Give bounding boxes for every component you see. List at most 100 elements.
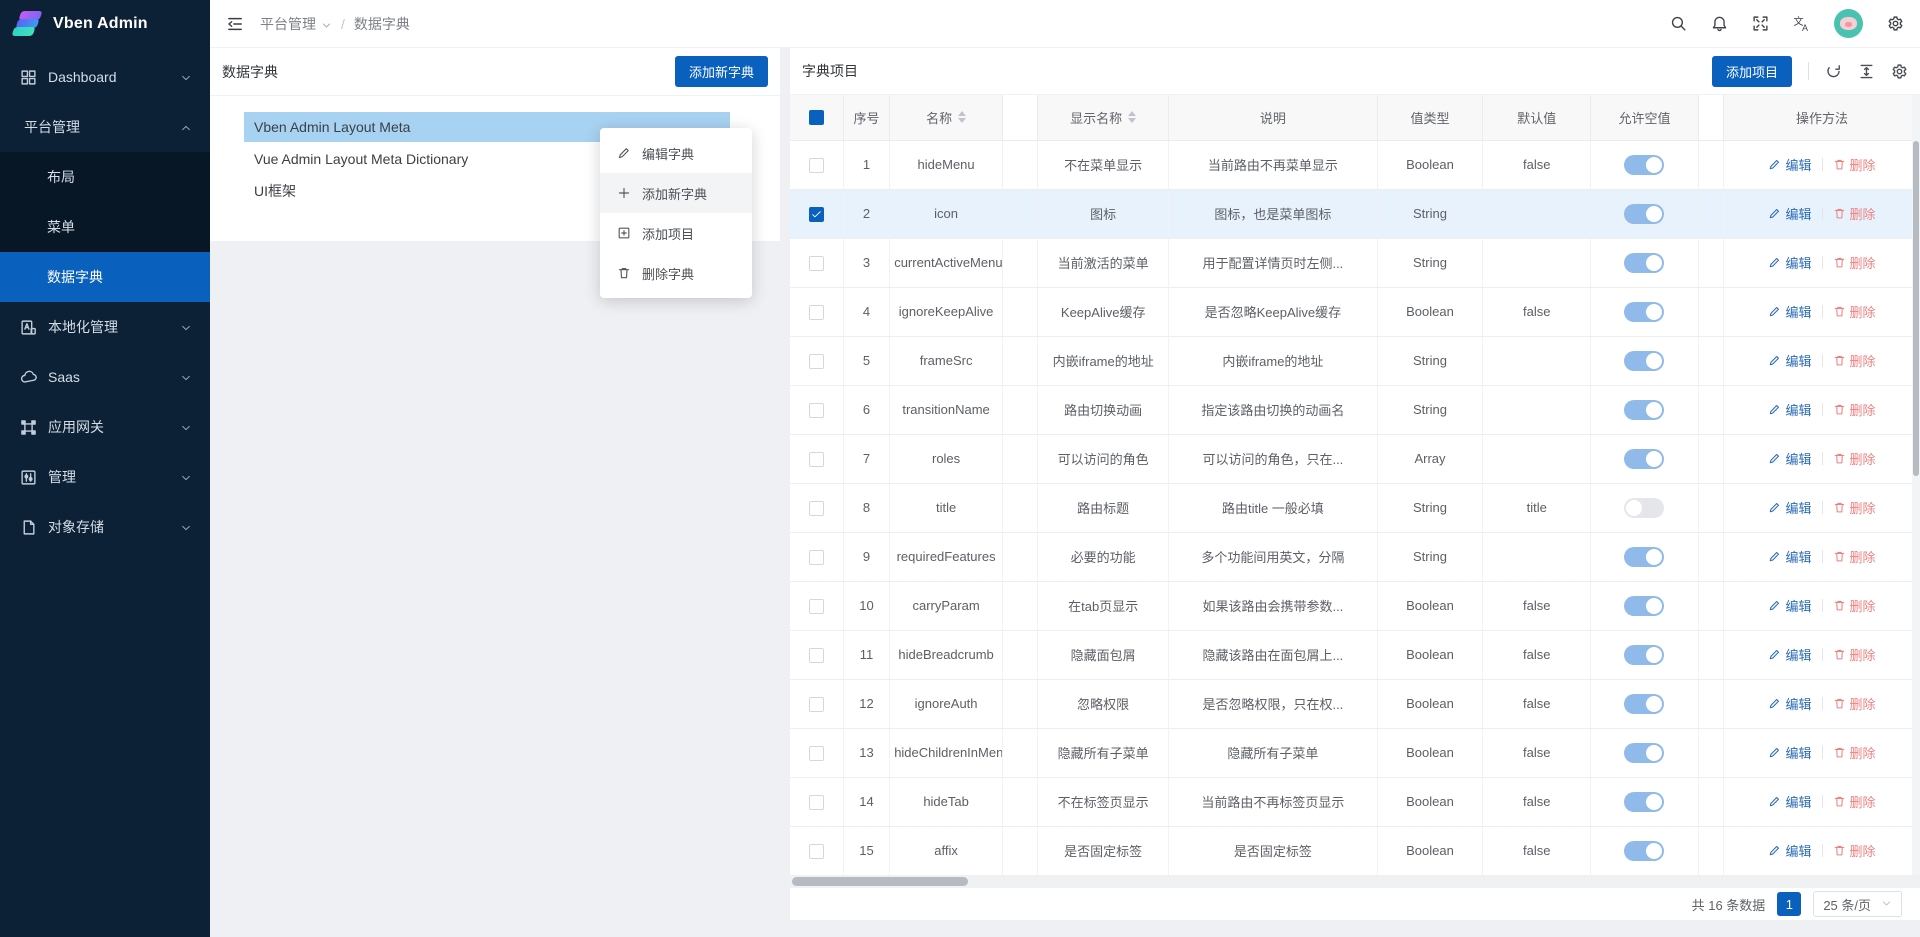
allow-empty-toggle[interactable] bbox=[1624, 400, 1664, 420]
delete-button[interactable]: 删除 bbox=[1833, 743, 1876, 762]
search-icon[interactable] bbox=[1670, 15, 1687, 32]
edit-button[interactable]: 编辑 bbox=[1768, 449, 1811, 468]
refresh-icon[interactable] bbox=[1825, 63, 1842, 80]
sidebar-item-本地化管理[interactable]: 本地化管理 bbox=[0, 302, 210, 352]
add-dictionary-button[interactable]: 添加新字典 bbox=[675, 56, 768, 87]
column-settings-gear-icon[interactable] bbox=[1891, 63, 1908, 80]
user-avatar[interactable] bbox=[1834, 9, 1863, 38]
delete-button[interactable]: 删除 bbox=[1833, 253, 1876, 272]
delete-button[interactable]: 删除 bbox=[1833, 400, 1876, 419]
settings-gear-icon[interactable] bbox=[1887, 15, 1904, 32]
add-item-button[interactable]: 添加项目 bbox=[1712, 56, 1792, 87]
page-1-button[interactable]: 1 bbox=[1777, 892, 1801, 916]
allow-empty-toggle[interactable] bbox=[1624, 743, 1664, 763]
edit-button[interactable]: 编辑 bbox=[1768, 792, 1811, 811]
allow-empty-toggle[interactable] bbox=[1624, 204, 1664, 224]
delete-button[interactable]: 删除 bbox=[1833, 155, 1876, 174]
allow-empty-toggle[interactable] bbox=[1624, 498, 1664, 518]
context-menu-item-添加新字典[interactable]: 添加新字典 bbox=[600, 173, 752, 213]
allow-empty-toggle[interactable] bbox=[1624, 302, 1664, 322]
edit-button[interactable]: 编辑 bbox=[1768, 596, 1811, 615]
delete-button[interactable]: 删除 bbox=[1833, 351, 1876, 370]
row-checkbox[interactable] bbox=[809, 207, 824, 222]
row-checkbox[interactable] bbox=[809, 697, 824, 712]
context-menu-item-添加项目[interactable]: 添加项目 bbox=[600, 213, 752, 253]
page-size-select[interactable]: 25 条/页 bbox=[1813, 891, 1902, 917]
menu-fold-icon[interactable] bbox=[226, 15, 244, 33]
sidebar-item-saas[interactable]: Saas bbox=[0, 352, 210, 402]
allow-empty-toggle[interactable] bbox=[1624, 547, 1664, 567]
breadcrumb-parent[interactable]: 平台管理 bbox=[260, 14, 332, 34]
table-toolbar: 添加项目 bbox=[1712, 56, 1908, 87]
delete-button[interactable]: 删除 bbox=[1833, 694, 1876, 713]
edit-button[interactable]: 编辑 bbox=[1768, 302, 1811, 321]
delete-button[interactable]: 删除 bbox=[1833, 792, 1876, 811]
row-checkbox[interactable] bbox=[809, 648, 824, 663]
edit-button[interactable]: 编辑 bbox=[1768, 400, 1811, 419]
sidebar-item-应用网关[interactable]: 应用网关 bbox=[0, 402, 210, 452]
horizontal-scrollbar-thumb[interactable] bbox=[792, 877, 968, 886]
delete-button[interactable]: 删除 bbox=[1833, 645, 1876, 664]
sort-icon[interactable] bbox=[1128, 111, 1136, 123]
action-divider bbox=[1822, 697, 1823, 710]
edit-button[interactable]: 编辑 bbox=[1768, 155, 1811, 174]
row-checkbox[interactable] bbox=[809, 452, 824, 467]
row-checkbox[interactable] bbox=[809, 795, 824, 810]
row-checkbox[interactable] bbox=[809, 158, 824, 173]
edit-button[interactable]: 编辑 bbox=[1768, 694, 1811, 713]
edit-button[interactable]: 编辑 bbox=[1768, 253, 1811, 272]
bell-icon[interactable] bbox=[1711, 15, 1728, 32]
edit-button[interactable]: 编辑 bbox=[1768, 547, 1811, 566]
context-menu-item-编辑字典[interactable]: 编辑字典 bbox=[600, 133, 752, 173]
sidebar-item-平台管理[interactable]: 平台管理 bbox=[0, 102, 210, 152]
sidebar-item-布局[interactable]: 布局 bbox=[0, 152, 210, 202]
sort-icon[interactable] bbox=[958, 111, 966, 123]
row-checkbox[interactable] bbox=[809, 746, 824, 761]
allow-empty-toggle[interactable] bbox=[1624, 596, 1664, 616]
app-logo[interactable]: Vben Admin bbox=[0, 0, 210, 48]
delete-button[interactable]: 删除 bbox=[1833, 449, 1876, 468]
table-row-title: 8title路由标题路由title 一般必填Stringtitle编辑删除 bbox=[790, 483, 1920, 532]
allow-empty-toggle[interactable] bbox=[1624, 155, 1664, 175]
sidebar-item-对象存储[interactable]: 对象存储 bbox=[0, 502, 210, 552]
delete-button[interactable]: 删除 bbox=[1833, 498, 1876, 517]
row-checkbox[interactable] bbox=[809, 354, 824, 369]
allow-empty-toggle[interactable] bbox=[1624, 449, 1664, 469]
delete-button[interactable]: 删除 bbox=[1833, 302, 1876, 321]
edit-button[interactable]: 编辑 bbox=[1768, 351, 1811, 370]
delete-button[interactable]: 删除 bbox=[1833, 547, 1876, 566]
translate-icon[interactable]: 文A bbox=[1793, 15, 1810, 32]
sidebar-item-label: 布局 bbox=[47, 167, 75, 187]
delete-button[interactable]: 删除 bbox=[1833, 841, 1876, 860]
sidebar-item-数据字典[interactable]: 数据字典 bbox=[0, 252, 210, 302]
row-checkbox[interactable] bbox=[809, 501, 824, 516]
sidebar-item-管理[interactable]: 管理 bbox=[0, 452, 210, 502]
allow-empty-toggle[interactable] bbox=[1624, 841, 1664, 861]
allow-empty-toggle[interactable] bbox=[1624, 694, 1664, 714]
row-checkbox[interactable] bbox=[809, 403, 824, 418]
row-checkbox[interactable] bbox=[809, 305, 824, 320]
row-checkbox[interactable] bbox=[809, 256, 824, 271]
cell-type: String bbox=[1377, 238, 1483, 287]
vertical-scrollbar-thumb[interactable] bbox=[1913, 141, 1919, 476]
select-all-checkbox[interactable] bbox=[809, 110, 824, 125]
delete-button[interactable]: 删除 bbox=[1833, 596, 1876, 615]
delete-button[interactable]: 删除 bbox=[1833, 204, 1876, 223]
row-checkbox[interactable] bbox=[809, 550, 824, 565]
sidebar-item-dashboard[interactable]: Dashboard bbox=[0, 52, 210, 102]
edit-button[interactable]: 编辑 bbox=[1768, 743, 1811, 762]
allow-empty-toggle[interactable] bbox=[1624, 792, 1664, 812]
row-height-icon[interactable] bbox=[1858, 63, 1875, 80]
sidebar-item-菜单[interactable]: 菜单 bbox=[0, 202, 210, 252]
allow-empty-toggle[interactable] bbox=[1624, 645, 1664, 665]
row-checkbox[interactable] bbox=[809, 844, 824, 859]
edit-button[interactable]: 编辑 bbox=[1768, 645, 1811, 664]
edit-button[interactable]: 编辑 bbox=[1768, 841, 1811, 860]
edit-button[interactable]: 编辑 bbox=[1768, 498, 1811, 517]
context-menu-item-删除字典[interactable]: 删除字典 bbox=[600, 253, 752, 293]
fullscreen-icon[interactable] bbox=[1752, 15, 1769, 32]
row-checkbox[interactable] bbox=[809, 599, 824, 614]
allow-empty-toggle[interactable] bbox=[1624, 253, 1664, 273]
allow-empty-toggle[interactable] bbox=[1624, 351, 1664, 371]
edit-button[interactable]: 编辑 bbox=[1768, 204, 1811, 223]
